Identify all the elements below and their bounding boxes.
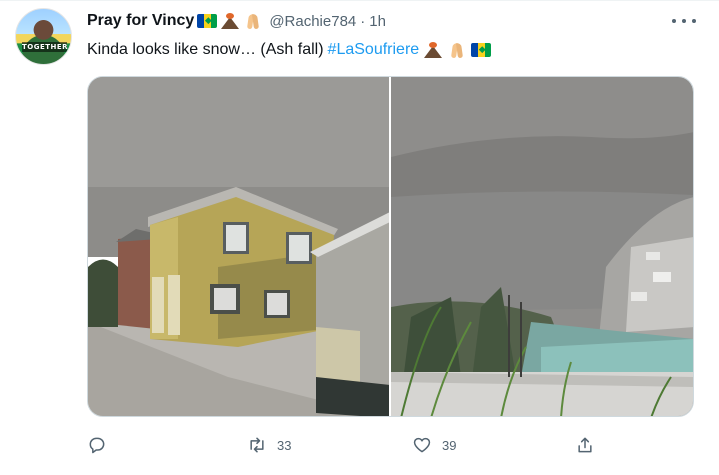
like-count: 39 — [442, 437, 457, 453]
tweet-timestamp[interactable]: 1h — [369, 13, 386, 30]
media-grid — [87, 76, 694, 417]
more-dot-icon — [692, 19, 696, 23]
more-dot-icon — [672, 19, 676, 23]
reply-icon — [89, 437, 105, 454]
volcano-icon — [220, 13, 240, 29]
share-icon — [578, 437, 592, 453]
reply-button[interactable] — [87, 431, 107, 459]
tweet-text: Kinda looks like snow… (Ash fall) #LaSou… — [87, 39, 492, 61]
volcano-icon — [423, 42, 443, 58]
retweet-button[interactable]: 33 — [247, 431, 291, 459]
retweet-count: 33 — [277, 437, 292, 453]
tweet-actions: 33 39 — [87, 431, 607, 459]
author-display-name[interactable]: Pray for Vincy — [87, 12, 194, 30]
tweet-card[interactable]: TOGETHER Pray for Vincy @Rachie784 · 1h … — [0, 0, 719, 475]
ash-town-image — [391, 77, 693, 416]
avatar[interactable]: TOGETHER — [15, 8, 72, 65]
flag-st-vincent-icon — [197, 14, 218, 28]
tweet-header: Pray for Vincy @Rachie784 · 1h — [87, 11, 386, 31]
header-separator: · — [360, 12, 366, 30]
folded-hands-icon — [447, 42, 467, 59]
hashtag-link[interactable]: #LaSoufriere — [328, 41, 420, 59]
photo-ash-town[interactable] — [391, 77, 693, 416]
heart-icon — [413, 437, 431, 453]
retweet-icon — [250, 437, 264, 453]
tweet-body: Kinda looks like snow… (Ash fall) — [87, 41, 324, 58]
folded-hands-icon — [243, 13, 263, 30]
photo-ash-house[interactable] — [88, 77, 389, 416]
avatar-caption: TOGETHER — [22, 42, 69, 52]
share-button[interactable] — [575, 431, 595, 459]
flag-st-vincent-icon — [471, 43, 492, 57]
ash-house-image — [88, 77, 389, 416]
more-options-button[interactable] — [672, 13, 696, 29]
author-handle[interactable]: @Rachie784 — [269, 13, 356, 30]
more-dot-icon — [682, 19, 686, 23]
like-button[interactable]: 39 — [412, 431, 456, 459]
